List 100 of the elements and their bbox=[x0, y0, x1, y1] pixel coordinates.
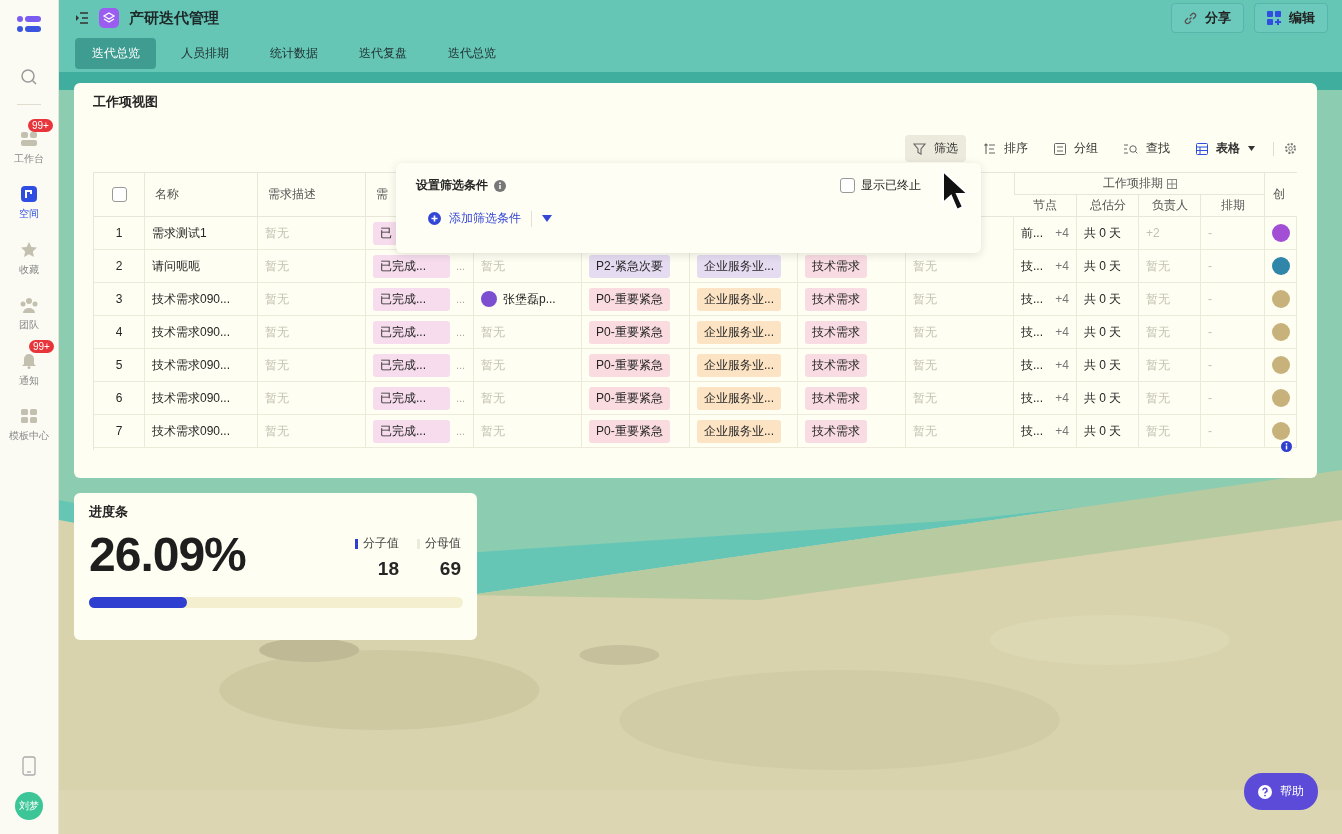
group-button[interactable]: 分组 bbox=[1046, 135, 1106, 162]
table-cell: 暂无 bbox=[1146, 290, 1170, 308]
dropdown-icon[interactable] bbox=[542, 215, 552, 222]
sidebar-item[interactable]: 99+ 通知 bbox=[0, 338, 58, 392]
priority-tag: P0-重要紧急 bbox=[589, 419, 670, 443]
share-button[interactable]: 分享 bbox=[1171, 3, 1244, 33]
table-cell: 暂无 bbox=[481, 323, 505, 341]
table-cell: 共 0 天 bbox=[1084, 389, 1122, 407]
table-button[interactable]: 表格 bbox=[1188, 135, 1263, 162]
filter-button[interactable]: 筛选 bbox=[905, 135, 966, 162]
more-text: ... bbox=[456, 326, 466, 338]
info-icon bbox=[494, 179, 506, 192]
more-text: ... bbox=[456, 359, 466, 371]
checkbox[interactable] bbox=[111, 187, 127, 202]
find-icon bbox=[1124, 142, 1138, 155]
table-cell: 暂无 bbox=[1146, 323, 1170, 341]
table-cell: 暂无 bbox=[481, 356, 505, 374]
column-header: 排期 bbox=[1201, 195, 1265, 217]
table-cell: - bbox=[1208, 358, 1212, 372]
find-button[interactable]: 查找 bbox=[1116, 135, 1178, 162]
card-title: 工作项视图 bbox=[93, 93, 159, 111]
table-cell: 暂无 bbox=[265, 257, 289, 275]
sidebar-toggle-icon[interactable] bbox=[75, 12, 89, 24]
priority-tag: P0-重要紧急 bbox=[589, 287, 670, 311]
status-tag: 已完成... bbox=[373, 287, 450, 311]
priority-tag: P0-重要紧急 bbox=[589, 320, 670, 344]
link-icon bbox=[1184, 11, 1197, 25]
team-icon bbox=[19, 297, 39, 313]
table-cell: 暂无 bbox=[265, 389, 289, 407]
table-cell: 暂无 bbox=[265, 290, 289, 308]
sidebar-item[interactable]: 模板中心 bbox=[0, 394, 58, 447]
type-tag: 技术需求 bbox=[805, 287, 867, 311]
status-tag: 已完成... bbox=[373, 419, 450, 443]
info-icon[interactable] bbox=[1281, 441, 1292, 452]
table-cell: 暂无 bbox=[265, 323, 289, 341]
row-number: 5 bbox=[94, 349, 145, 382]
count-text: +4 bbox=[1055, 259, 1069, 273]
tab[interactable]: 统计数据 bbox=[253, 38, 334, 69]
row-number: 6 bbox=[94, 382, 145, 415]
space-icon bbox=[21, 186, 37, 202]
sidebar-item[interactable]: 团队 bbox=[0, 283, 58, 336]
table-cell: 暂无 bbox=[913, 290, 937, 308]
sort-button[interactable]: 排序 bbox=[976, 135, 1036, 162]
priority-tag: P2-紧急次要 bbox=[589, 254, 670, 278]
industry-tag: 企业服务业... bbox=[697, 254, 781, 278]
table-cell: 共 0 天 bbox=[1084, 224, 1122, 242]
card-title: 进度条 bbox=[89, 503, 129, 521]
table-cell: 技术需求090... bbox=[152, 290, 231, 308]
status-tag: 已完成... bbox=[373, 353, 450, 377]
grid-icon bbox=[20, 131, 38, 147]
table-cell: - bbox=[1208, 292, 1212, 306]
count-text: +4 bbox=[1055, 226, 1069, 240]
sort-icon bbox=[984, 142, 996, 155]
table-cell: 暂无 bbox=[913, 323, 937, 341]
plus-icon bbox=[428, 212, 441, 225]
settings-icon[interactable] bbox=[1284, 142, 1297, 155]
table-cell: 暂无 bbox=[265, 224, 289, 242]
tab[interactable]: 迭代总览 bbox=[431, 38, 512, 69]
table-cell: 暂无 bbox=[913, 257, 937, 275]
table-cell: 共 0 天 bbox=[1084, 323, 1122, 341]
percent-value: 26.09% bbox=[89, 527, 246, 583]
edit-button[interactable]: 编辑 bbox=[1254, 3, 1328, 33]
table-cell: 暂无 bbox=[481, 257, 505, 275]
table-cell: - bbox=[1208, 424, 1212, 438]
row-number: 1 bbox=[94, 217, 145, 250]
table-cell: 共 0 天 bbox=[1084, 356, 1122, 374]
grid-icon bbox=[1267, 11, 1281, 25]
tab[interactable]: 迭代复盘 bbox=[342, 38, 423, 69]
tab[interactable]: 人员排期 bbox=[164, 38, 245, 69]
numerator-value: 18 bbox=[377, 558, 399, 580]
table-cell: 技... bbox=[1021, 323, 1043, 341]
table-cell: +2 bbox=[1146, 226, 1160, 240]
table-cell: 共 0 天 bbox=[1084, 290, 1122, 308]
table-cell: 暂无 bbox=[481, 422, 505, 440]
sidebar-item[interactable]: 空间 bbox=[0, 172, 58, 225]
table-cell: 请问呃呃 bbox=[152, 257, 200, 275]
table-cell: 暂无 bbox=[1146, 356, 1170, 374]
type-tag: 技术需求 bbox=[805, 353, 867, 377]
table-cell: - bbox=[1208, 325, 1212, 339]
table-cell: 共 0 天 bbox=[1084, 257, 1122, 275]
table-cell: 技... bbox=[1021, 257, 1043, 275]
column-header: 总估分 bbox=[1077, 195, 1139, 217]
count-badge: 99+ bbox=[29, 340, 54, 353]
status-tag: 已完成... bbox=[373, 386, 450, 410]
help-button[interactable]: 帮助 bbox=[1244, 773, 1318, 810]
table-cell: 暂无 bbox=[1146, 257, 1170, 275]
table-cell: 共 0 天 bbox=[1084, 422, 1122, 440]
sidebar-item[interactable]: 收藏 bbox=[0, 227, 58, 281]
table-cell: 需求测试1 bbox=[152, 224, 207, 242]
legend-marker bbox=[355, 538, 358, 549]
column-header: 名称 bbox=[145, 173, 258, 217]
table-cell: 暂无 bbox=[913, 422, 937, 440]
search-icon[interactable] bbox=[20, 68, 38, 86]
count-text: +4 bbox=[1055, 358, 1069, 372]
column-group-header: 工作项排期 bbox=[1014, 173, 1265, 195]
sidebar-item[interactable]: 99+ 工作台 bbox=[0, 117, 58, 170]
table-cell: 技... bbox=[1021, 389, 1043, 407]
status-tag: 已完成... bbox=[373, 320, 450, 344]
checkbox[interactable] bbox=[840, 178, 855, 193]
column-header: 创 bbox=[1265, 173, 1297, 217]
